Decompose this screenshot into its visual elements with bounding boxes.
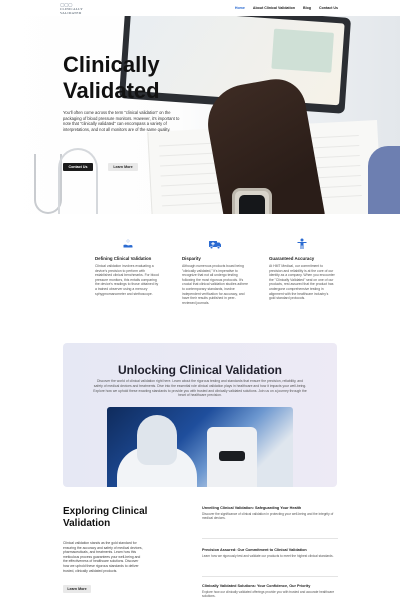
nav-links: Home About Clinical Validation Blog Cont…	[235, 6, 338, 10]
unlocking-title: Unlocking Clinical Validation	[117, 363, 283, 377]
top-nav: ◯◯◯ CLINICALLY VALIDATED Home About Clin…	[0, 0, 400, 16]
article-title[interactable]: Clinically Validated Solutions: Your Con…	[202, 584, 338, 588]
unlocking-section: Unlocking Clinical Validation Discover t…	[63, 343, 337, 487]
learn-more-button[interactable]: Learn More	[63, 585, 91, 593]
hand-heart-icon	[123, 239, 133, 248]
hero-scrubs-image	[368, 146, 400, 214]
logo-word: CLINICALLY VALIDATED	[60, 7, 84, 15]
unlocking-text: Discover the world of clinical validatio…	[93, 379, 307, 398]
nav-link-contact[interactable]: Contact Us	[319, 6, 338, 10]
article-title[interactable]: Unveiling Clinical Validation: Safeguard…	[202, 506, 338, 510]
feature-text: Although numerous products boast being "…	[182, 264, 248, 305]
exploring-text: Clinical validation stands as the gold s…	[63, 541, 143, 573]
hero-smartwatch-image	[232, 188, 272, 214]
feature-card: Disparity Although numerous products boa…	[182, 238, 248, 318]
lab-microscope-image	[107, 407, 293, 487]
feature-title: Defining Clinical Validation	[95, 256, 152, 261]
article-text: Learn how we rigorously test and validat…	[202, 554, 334, 558]
feature-title: Disparity	[182, 256, 201, 261]
stethoscope-tube-image	[58, 148, 98, 214]
article-item[interactable]: Precision Assured: Our Commitment to Cli…	[202, 548, 338, 558]
hero-section: Clinically Validated You'll often come a…	[0, 16, 400, 214]
feature-text: Clinical validation involves evaluating …	[95, 264, 159, 296]
nav-link-about[interactable]: About Clinical Validation	[253, 6, 295, 10]
nav-link-blog[interactable]: Blog	[303, 6, 311, 10]
feature-card: Guaranteed Accuracy At HMT Medical, our …	[269, 238, 335, 318]
hero-description: You'll often come across the term "clini…	[63, 110, 180, 132]
feature-text: At HMT Medical, our commitment to precis…	[269, 264, 335, 301]
article-title[interactable]: Precision Assured: Our Commitment to Cli…	[202, 548, 338, 552]
ambulance-icon	[209, 241, 221, 249]
article-item[interactable]: Clinically Validated Solutions: Your Con…	[202, 584, 338, 599]
feature-title: Guaranteed Accuracy	[269, 256, 315, 261]
article-text: Discover the significance of clinical va…	[202, 512, 334, 521]
site-logo[interactable]: ◯◯◯ CLINICALLY VALIDATED	[60, 3, 90, 16]
learn-more-button[interactable]: Learn More	[108, 163, 138, 171]
contact-us-button[interactable]: Contact Us	[63, 163, 93, 171]
features-row: Defining Clinical Validation Clinical va…	[95, 238, 335, 318]
exploring-title: Exploring Clinical Validation	[63, 506, 148, 529]
feature-card: Defining Clinical Validation Clinical va…	[95, 238, 161, 318]
article-text: Explore how our clinically validated off…	[202, 590, 335, 599]
person-icon	[297, 238, 307, 249]
hero-title: Clinically Validated	[63, 52, 160, 103]
nav-link-home[interactable]: Home	[235, 6, 245, 10]
article-item[interactable]: Unveiling Clinical Validation: Safeguard…	[202, 506, 338, 521]
